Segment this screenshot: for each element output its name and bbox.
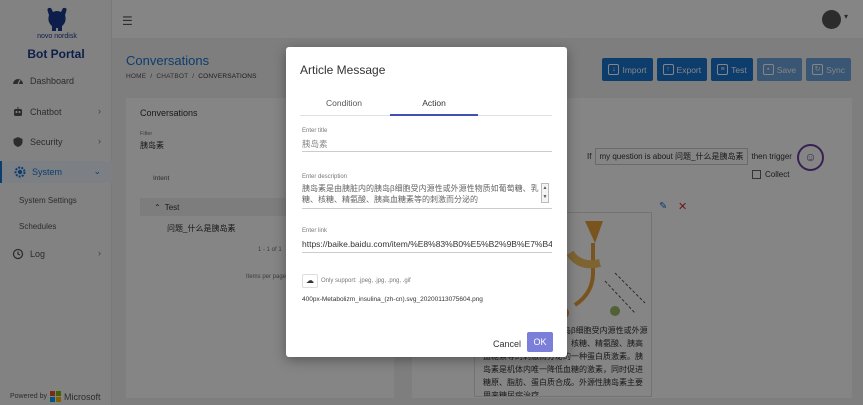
description-field-label: Enter description (302, 174, 348, 180)
link-field[interactable]: https://baike.baidu.com/item/%E8%83%B0%E… (302, 239, 552, 253)
link-field-label: Enter link (302, 228, 328, 234)
title-field[interactable]: 胰岛素 (302, 138, 552, 152)
upload-button[interactable]: ☁ (302, 274, 318, 288)
cloud-upload-icon: ☁ (306, 276, 314, 285)
title-field-label: Enter title (302, 128, 328, 134)
upload-support-text: Only support: .jpeg, .jpg, .png, .gif (321, 278, 411, 284)
cancel-button[interactable]: Cancel (493, 339, 521, 349)
article-message-dialog: Article Message Condition Action Enter t… (286, 47, 567, 357)
dialog-tabs: Condition Action (300, 94, 552, 116)
dialog-title: Article Message (300, 63, 386, 77)
tab-condition[interactable]: Condition (300, 94, 388, 116)
description-field[interactable]: 胰岛素是由胰脏内的胰岛β细胞受内源性或外源性物质如葡萄糖、乳糖、核糖、精氨酸、胰… (302, 183, 552, 209)
uploaded-filename: 400px-Metabolizm_insulina_(zh-cn).svg_20… (302, 296, 483, 303)
ok-button[interactable]: OK (527, 332, 553, 352)
textarea-scrollbar[interactable]: ▲ ▼ (541, 183, 549, 203)
tab-action[interactable]: Action (390, 94, 478, 116)
